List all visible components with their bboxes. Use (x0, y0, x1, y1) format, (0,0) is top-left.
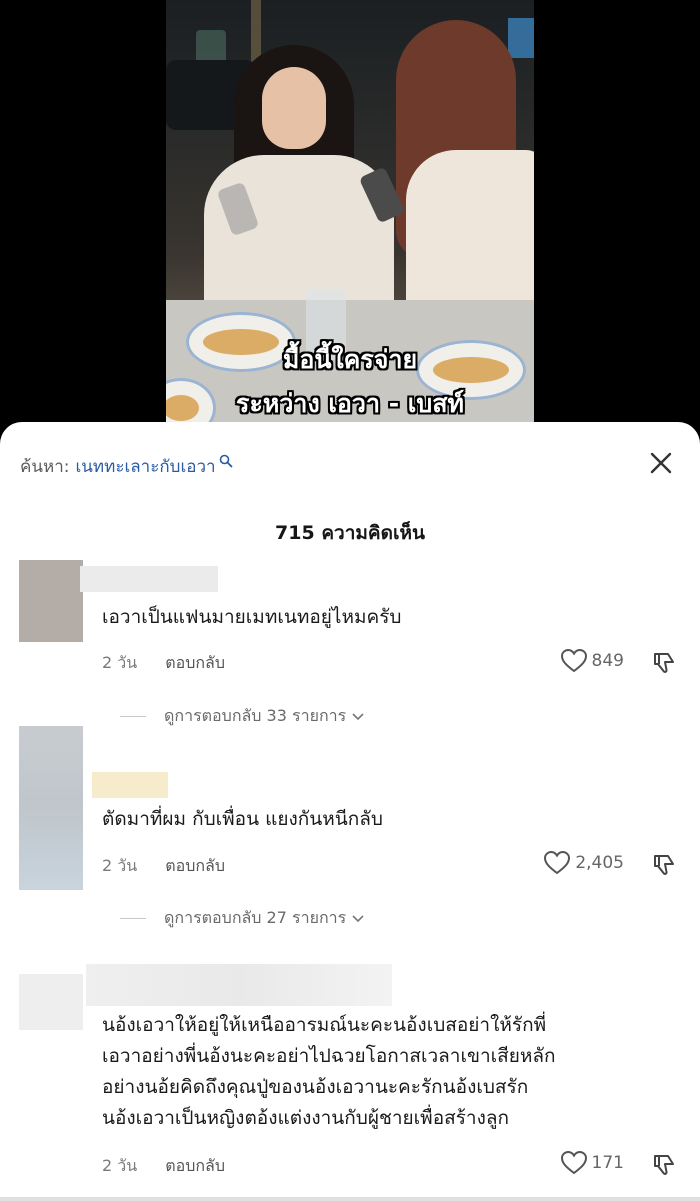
like-button[interactable]: 171 (560, 1150, 624, 1176)
divider-line (120, 918, 146, 919)
chevron-down-icon (352, 914, 364, 922)
comment-text-line-2: เอวาอย่างพี่นอ้งนะคะอย่าไปฉวยโอกาสเวลาเข… (102, 1045, 556, 1067)
search-icon[interactable] (219, 454, 233, 468)
avatar[interactable] (19, 726, 83, 890)
search-term-link[interactable]: เนททะเลาะกับเอวา (75, 453, 215, 480)
comment-text-line-4: นอ้งเอวาเป็นหญิงตอ้งแต่งงานกับผู้ชายเพื่… (102, 1107, 509, 1129)
avatar[interactable] (19, 560, 83, 642)
like-count: 849 (591, 651, 624, 671)
comment-text: เอวาเป็นแฟนมายเมทเนทอยู่ไหมครับ (102, 606, 402, 628)
comment-time: 2 วัน (102, 1156, 138, 1175)
close-icon[interactable] (648, 450, 674, 476)
bottom-divider (0, 1197, 700, 1201)
chevron-down-icon (352, 712, 364, 720)
comment-time: 2 วัน (102, 653, 138, 672)
heart-icon (560, 648, 587, 673)
like-count: 171 (591, 1153, 624, 1173)
video-player[interactable]: มื้อนี้ใครจ่าย ระหว่าง เอวา - เบสท์ (0, 0, 700, 460)
heart-icon (560, 1150, 587, 1175)
view-replies-label: ดูการตอบกลับ 27 รายการ (164, 908, 347, 927)
like-button[interactable]: 2,405 (543, 850, 624, 876)
comments-sheet: ค้นหา: เนททะเลาะกับเอวา 715 ความคิดเห็น … (0, 422, 700, 1201)
username-redacted[interactable] (86, 964, 392, 1006)
comment-count: 715 ความคิดเห็น (275, 522, 425, 544)
username-redacted[interactable] (92, 772, 168, 798)
view-replies-label: ดูการตอบกลับ 33 รายการ (164, 706, 347, 725)
search-suggestion[interactable]: ค้นหา: เนททะเลาะกับเอวา (20, 452, 233, 480)
like-count: 2,405 (575, 853, 624, 873)
reply-button[interactable]: ตอบกลับ (165, 651, 225, 676)
video-subtitle-line2: ระหว่าง เอวา - เบสท์ (236, 389, 464, 418)
reply-button[interactable]: ตอบกลับ (165, 854, 225, 879)
reply-button[interactable]: ตอบกลับ (165, 1154, 225, 1179)
heart-icon (544, 850, 571, 875)
like-button[interactable]: 849 (560, 648, 624, 674)
username-redacted[interactable] (80, 566, 218, 592)
comment-text-line-3: อย่างนอ้ยคิดถึงคุณปู่ของนอ้งเอวานะคะรักน… (102, 1076, 529, 1098)
thumbs-down-icon[interactable] (652, 1152, 678, 1178)
search-prefix: ค้นหา: (20, 456, 70, 477)
thumbs-down-icon[interactable] (652, 650, 678, 676)
view-replies-button[interactable]: ดูการตอบกลับ 33 รายการ (120, 704, 364, 729)
avatar[interactable] (19, 974, 83, 1030)
video-frame[interactable]: มื้อนี้ใครจ่าย ระหว่าง เอวา - เบสท์ (166, 0, 534, 460)
video-subtitle-line1: มื้อนี้ใครจ่าย (282, 345, 418, 374)
comment-time: 2 วัน (102, 856, 138, 875)
view-replies-button[interactable]: ดูการตอบกลับ 27 รายการ (120, 906, 364, 931)
thumbs-down-icon[interactable] (652, 852, 678, 878)
divider-line (120, 716, 146, 717)
comment-text-line-1: นอ้งเอวาให้อยู่ให้เหนืออารมณ์นะคะนอ้งเบส… (102, 1014, 547, 1036)
comment-text: ตัดมาที่ผม กับเพื่อน แยงกันหนีกลับ (102, 808, 383, 830)
